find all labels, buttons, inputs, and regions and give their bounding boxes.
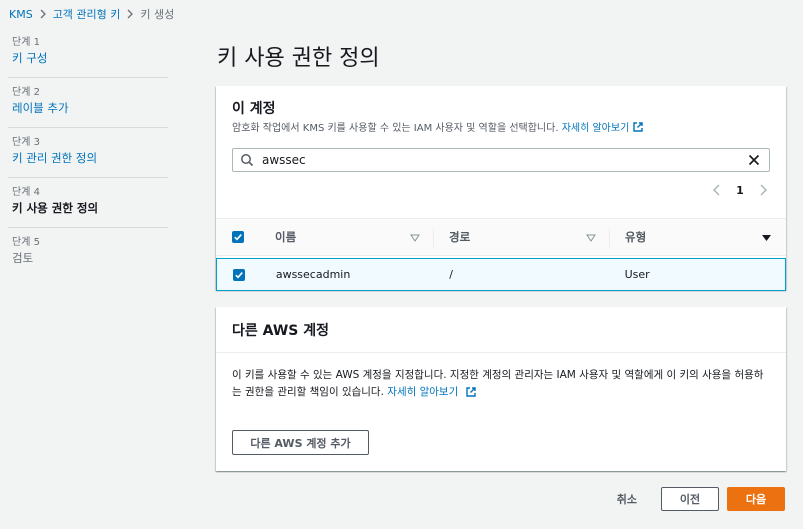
column-header-path[interactable]: 경로	[434, 219, 610, 255]
panel-title: 이 계정	[232, 101, 276, 117]
step-2: 단계 2 레이블 추가	[8, 78, 168, 128]
search-icon	[241, 154, 254, 167]
header-checkbox-cell	[216, 219, 260, 255]
breadcrumb-customer-managed-keys[interactable]: 고객 관리형 키	[53, 6, 121, 22]
column-header-type[interactable]: 유형	[610, 219, 786, 255]
breadcrumb-kms[interactable]: KMS	[9, 8, 33, 21]
step-link-key-admin-permissions[interactable]: 키 관리 권한 정의	[12, 150, 164, 167]
pagination: 1	[710, 183, 770, 197]
learn-more-link[interactable]: 자세히 알아보기	[562, 119, 630, 134]
step-4: 단계 4 키 사용 권한 정의	[8, 178, 168, 228]
add-aws-account-button[interactable]: 다른 AWS 계정 추가	[232, 430, 369, 455]
column-label: 유형	[625, 230, 647, 244]
wizard-footer: 취소 이전 다음	[617, 487, 785, 511]
chevron-right-icon	[120, 9, 140, 19]
other-aws-accounts-panel: 다른 AWS 계정 이 키를 사용할 수 있는 AWS 계정을 지정합니다. 지…	[216, 307, 786, 471]
step-5: 단계 5 검토	[8, 228, 168, 278]
checkmark-icon	[234, 234, 242, 241]
step-number: 단계 4	[12, 187, 40, 198]
chevron-right-icon	[33, 9, 53, 19]
step-number: 단계 5	[12, 237, 40, 248]
panel-description: 암호화 작업에서 KMS 키를 사용할 수 있는 IAM 사용자 및 역할을 선…	[232, 119, 644, 134]
step-current-key-usage-permissions: 키 사용 권한 정의	[12, 201, 99, 215]
table-row[interactable]: awssecadmin / User	[216, 258, 786, 291]
column-label: 경로	[449, 230, 471, 244]
cell-type: User	[624, 268, 650, 281]
external-link-icon	[465, 387, 476, 397]
breadcrumb-create-key: 키 생성	[140, 8, 175, 21]
previous-button[interactable]: 이전	[661, 487, 719, 511]
step-link-configure-key[interactable]: 키 구성	[12, 50, 164, 67]
principals-table: 이름 경로 유형 awssecadmin / User	[216, 218, 786, 291]
chevron-left-icon[interactable]	[710, 183, 724, 197]
external-link-icon	[633, 121, 643, 132]
column-header-name[interactable]: 이름	[260, 219, 434, 255]
panel-header: 다른 AWS 계정	[216, 307, 786, 353]
column-label: 이름	[275, 230, 297, 244]
table-header: 이름 경로 유형	[216, 218, 786, 256]
search-input[interactable]	[262, 150, 747, 170]
cell-name: awssecadmin	[275, 268, 351, 281]
next-button[interactable]: 다음	[727, 487, 785, 511]
breadcrumb: KMS 고객 관리형 키 키 생성	[9, 6, 174, 22]
panel-title: 다른 AWS 계정	[232, 322, 329, 339]
panel-header: 이 계정	[232, 98, 276, 118]
sort-caret-icon	[410, 234, 420, 242]
row-checkbox-cell	[217, 259, 261, 290]
cancel-button[interactable]: 취소	[617, 491, 637, 507]
description-text: 이 키를 사용할 수 있는 AWS 계정을 지정합니다. 지정한 계정의 관리자…	[232, 369, 764, 398]
page-title: 키 사용 권한 정의	[217, 46, 380, 71]
chevron-right-icon[interactable]	[756, 183, 770, 197]
close-icon[interactable]	[747, 153, 761, 167]
search-field	[232, 148, 770, 172]
sort-caret-icon	[586, 234, 596, 242]
this-account-panel: 이 계정 암호화 작업에서 KMS 키를 사용할 수 있는 IAM 사용자 및 …	[216, 86, 786, 291]
select-all-checkbox[interactable]	[232, 231, 244, 243]
step-link-add-labels[interactable]: 레이블 추가	[12, 100, 164, 117]
wizard-steps: 단계 1 키 구성 단계 2 레이블 추가 단계 3 키 관리 권한 정의 단계…	[8, 28, 168, 278]
row-checkbox[interactable]	[232, 268, 245, 281]
learn-more-link[interactable]: 자세히 알아보기	[387, 386, 458, 398]
description-text: 암호화 작업에서 KMS 키를 사용할 수 있는 IAM 사용자 및 역할을 선…	[232, 123, 559, 134]
step-number: 단계 3	[12, 137, 40, 148]
step-3: 단계 3 키 관리 권한 정의	[8, 128, 168, 178]
checkmark-icon	[235, 271, 243, 278]
page-number[interactable]: 1	[734, 184, 746, 197]
sort-caret-solid-icon	[762, 235, 771, 241]
step-1: 단계 1 키 구성	[8, 28, 168, 78]
step-review: 검토	[12, 251, 34, 265]
step-number: 단계 2	[12, 87, 40, 98]
cell-path: /	[449, 268, 453, 281]
step-number: 단계 1	[12, 37, 40, 48]
panel-description: 이 키를 사용할 수 있는 AWS 계정을 지정합니다. 지정한 계정의 관리자…	[216, 353, 786, 401]
